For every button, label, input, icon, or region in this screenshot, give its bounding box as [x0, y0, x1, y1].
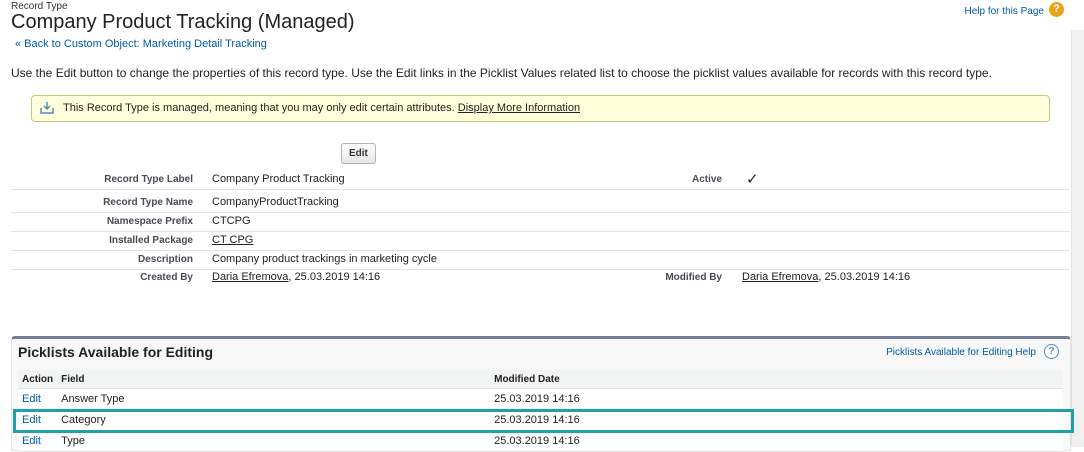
- detail-row: Record Type Name CompanyProductTracking: [11, 193, 1070, 213]
- column-header-modified-date: Modified Date: [490, 370, 1063, 389]
- detail-value: CompanyProductTracking: [212, 196, 339, 208]
- column-header-field: Field: [57, 370, 491, 389]
- modified-date: , 25.03.2019 14:16: [818, 271, 911, 283]
- detail-label: Record Type Name: [103, 197, 193, 208]
- detail-row: Installed Package CT CPG: [11, 231, 1070, 251]
- help-circle-icon[interactable]: ?: [1044, 344, 1059, 359]
- detail-row: Record Type Label Company Product Tracki…: [11, 170, 1070, 190]
- detail-value: CT CPG: [212, 234, 253, 246]
- detail-row: Created By Daria Efremova, 25.03.2019 14…: [11, 268, 1070, 287]
- help-for-page-link[interactable]: Help for this Page: [965, 6, 1045, 17]
- picklists-help-link[interactable]: Picklists Available for Editing Help: [886, 347, 1036, 358]
- detail-value: CTCPG: [212, 215, 251, 227]
- date-cell: 25.03.2019 14:16: [490, 430, 1063, 452]
- edit-button[interactable]: Edit: [341, 143, 376, 164]
- table-header-row: Action Field Modified Date: [18, 370, 1063, 389]
- table-row: Edit Answer Type 25.03.2019 14:16: [18, 388, 1063, 410]
- edit-link[interactable]: Edit: [22, 393, 41, 405]
- question-icon[interactable]: ?: [1049, 2, 1064, 17]
- page-title: Company Product Tracking (Managed): [11, 11, 355, 33]
- detail-value: Daria Efremova, 25.03.2019 14:16: [212, 271, 380, 283]
- field-cell: Type: [57, 430, 491, 452]
- detail-value: Company product trackings in marketing c…: [212, 253, 437, 265]
- notice-text: This Record Type is managed, meaning tha…: [63, 102, 580, 114]
- field-cell: Answer Type: [57, 388, 491, 410]
- page-scrollbar[interactable]: [1071, 30, 1084, 447]
- back-to-object-link[interactable]: « Back to Custom Object: Marketing Detai…: [15, 38, 267, 50]
- column-header-action: Action: [18, 370, 58, 389]
- installed-package-link[interactable]: CT CPG: [212, 234, 253, 246]
- detail-value: Company Product Tracking: [212, 173, 345, 185]
- modified-by-user-link[interactable]: Daria Efremova: [742, 271, 818, 283]
- created-date: , 25.03.2019 14:16: [288, 271, 381, 283]
- date-cell: 25.03.2019 14:16: [490, 388, 1063, 410]
- detail-value: Daria Efremova, 25.03.2019 14:16: [742, 271, 910, 283]
- modified-by-label: Modified By: [665, 272, 722, 283]
- detail-label: Description: [137, 254, 193, 265]
- notice-message: This Record Type is managed, meaning tha…: [63, 102, 455, 114]
- detail-label: Record Type Label: [104, 174, 193, 185]
- created-by-user-link[interactable]: Daria Efremova: [212, 271, 288, 283]
- detail-label: Installed Package: [109, 235, 193, 246]
- detail-row: Description Company product trackings in…: [11, 250, 1070, 270]
- edit-link[interactable]: Edit: [22, 435, 41, 447]
- detail-label: Created By: [140, 272, 193, 283]
- picklists-related-list: Picklists Available for Editing Picklist…: [11, 336, 1071, 452]
- checkmark-icon: ✓: [746, 171, 759, 188]
- download-tray-icon: [40, 102, 54, 114]
- detail-row: Namespace Prefix CTCPG: [11, 212, 1070, 232]
- managed-notice: This Record Type is managed, meaning tha…: [31, 95, 1050, 122]
- active-label: Active: [691, 174, 722, 185]
- intro-text: Use the Edit button to change the proper…: [11, 66, 992, 80]
- display-more-information-link[interactable]: Display More Information: [458, 102, 580, 114]
- related-list-title: Picklists Available for Editing: [18, 344, 214, 360]
- row-highlight-box: [13, 409, 1074, 433]
- detail-label: Namespace Prefix: [106, 216, 193, 227]
- table-row: Edit Type 25.03.2019 14:16: [18, 430, 1063, 452]
